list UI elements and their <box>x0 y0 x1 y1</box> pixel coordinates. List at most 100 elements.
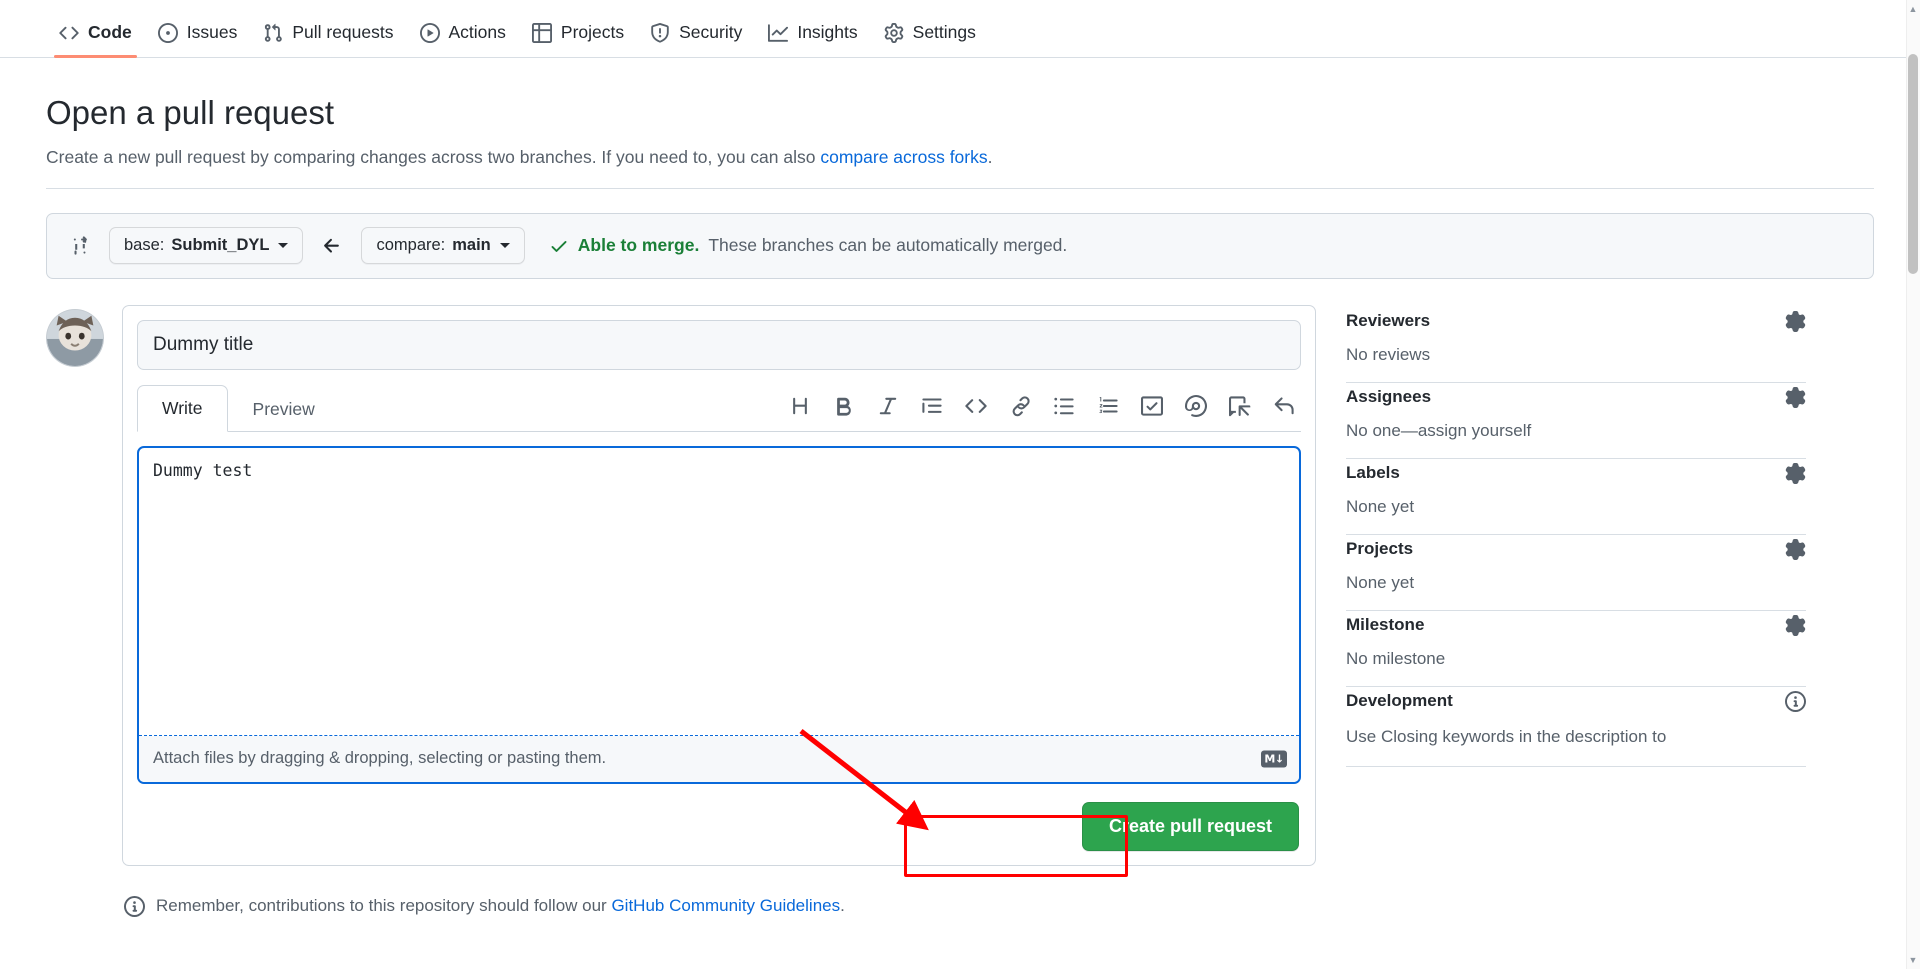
page-title: Open a pull request <box>46 94 335 131</box>
base-branch-name: Submit_DYL <box>171 236 270 255</box>
nav-item-code[interactable]: Code <box>46 22 145 58</box>
scroll-down-arrow[interactable]: ▼ <box>1908 955 1918 965</box>
tab-preview[interactable]: Preview <box>228 386 340 432</box>
git-compare-icon <box>69 235 91 257</box>
nav-item-projects[interactable]: Projects <box>519 23 637 57</box>
page-subtitle: Create a new pull request by comparing c… <box>46 147 1874 189</box>
nav-label-actions: Actions <box>448 22 506 43</box>
sidebar-development-value: Use Closing keywords in the description … <box>1346 726 1667 746</box>
page-content: Open a pull request Create a new pull re… <box>0 93 1920 917</box>
sidebar-labels-value: None yet <box>1346 496 1415 516</box>
compare-branch-name: main <box>452 236 491 255</box>
merge-status-bold: Able to merge. <box>577 235 700 256</box>
arrow-left-icon <box>321 235 343 257</box>
nav-label-security: Security <box>679 22 743 43</box>
note-text: Remember, contributions to this reposito… <box>156 896 845 916</box>
link-icon[interactable] <box>1003 389 1037 423</box>
mention-icon[interactable] <box>1179 389 1213 423</box>
saved-reply-icon[interactable] <box>1223 389 1257 423</box>
sidebar-section-assignees: Assignees No one—assign yourself <box>1346 383 1806 459</box>
base-branch-prefix: base: <box>124 236 165 255</box>
compare-branch-prefix: compare: <box>376 236 446 255</box>
code-icon <box>59 23 79 43</box>
merge-status-rest: These branches can be automatically merg… <box>708 235 1068 256</box>
info-icon <box>124 895 145 917</box>
sidebar-projects-title: Projects <box>1346 539 1414 559</box>
comment-body-input[interactable]: Dummy test <box>139 448 1299 736</box>
sidebar-reviewers-head: Reviewers <box>1346 310 1806 332</box>
nav-label-insights: Insights <box>797 22 858 43</box>
main-columns: Write Preview <box>46 304 1874 917</box>
nav-label-code: Code <box>88 22 132 43</box>
gear-icon[interactable] <box>1785 614 1806 636</box>
italic-icon[interactable] <box>871 389 905 423</box>
sidebar-development-title: Development <box>1346 691 1453 711</box>
sidebar-milestone-title: Milestone <box>1346 615 1425 635</box>
nav-label-projects: Projects <box>560 22 625 43</box>
sidebar-reviewers-title: Reviewers <box>1346 311 1431 331</box>
bold-icon[interactable] <box>827 389 861 423</box>
sidebar-section-development: Development Use Closing keywords in the … <box>1346 687 1806 768</box>
shield-icon <box>650 23 670 43</box>
tab-write[interactable]: Write <box>137 384 228 432</box>
pr-sidebar: Reviewers No reviews Assignees No one—as… <box>1346 305 1806 917</box>
pr-title-input[interactable] <box>137 319 1301 370</box>
gear-icon[interactable] <box>1785 310 1806 332</box>
sidebar-reviewers-value: No reviews <box>1346 344 1431 364</box>
gear-icon[interactable] <box>1785 538 1806 560</box>
sidebar-section-projects: Projects None yet <box>1346 535 1806 611</box>
task-list-icon[interactable] <box>1135 389 1169 423</box>
base-branch-selector[interactable]: base: Submit_DYL <box>109 227 304 265</box>
code-icon[interactable] <box>959 389 993 423</box>
sidebar-assignees-title: Assignees <box>1346 387 1432 407</box>
tab-write-label: Write <box>162 397 203 418</box>
pull-request-page: Code Issues Pull requests Actions Projec <box>0 0 1920 969</box>
community-guidelines-note: Remember, contributions to this reposito… <box>46 895 1316 917</box>
heading-icon[interactable] <box>783 389 817 423</box>
nav-label-pull-requests: Pull requests <box>292 22 394 43</box>
scroll-up-arrow[interactable]: ▲ <box>1908 4 1918 14</box>
nav-item-pull-requests[interactable]: Pull requests <box>250 23 406 57</box>
comment-editor: Dummy test Attach files by dragging & dr… <box>137 445 1301 784</box>
attach-files-bar[interactable]: Attach files by dragging & dropping, sel… <box>139 735 1299 782</box>
subtitle-prefix: Create a new pull request by comparing c… <box>46 146 821 167</box>
nav-label-settings: Settings <box>912 22 976 43</box>
subtitle-suffix: . <box>987 146 993 167</box>
gear-icon <box>884 23 904 43</box>
quote-icon[interactable] <box>915 389 949 423</box>
chevron-down-icon <box>278 243 289 249</box>
gear-icon[interactable] <box>1785 386 1806 408</box>
nav-item-issues[interactable]: Issues <box>145 23 251 57</box>
sidebar-labels-head: Labels <box>1346 462 1806 484</box>
table-icon <box>531 23 552 43</box>
sidebar-section-milestone: Milestone No milestone <box>1346 611 1806 687</box>
git-pull-request-icon <box>263 23 283 43</box>
compare-across-forks-link[interactable]: compare across forks <box>820 147 987 167</box>
pr-compose-box: Write Preview <box>122 304 1316 866</box>
editor-tabs: Write Preview <box>137 384 1301 432</box>
play-icon <box>419 23 440 43</box>
gear-icon[interactable] <box>1785 462 1806 484</box>
nav-item-insights[interactable]: Insights <box>755 23 870 57</box>
sidebar-milestone-value: No milestone <box>1346 648 1446 668</box>
info-icon[interactable] <box>1785 690 1806 712</box>
form-actions: Create pull request <box>137 801 1301 851</box>
compare-branch-selector[interactable]: compare: main <box>361 227 525 265</box>
nav-item-security[interactable]: Security <box>637 23 755 57</box>
unordered-list-icon[interactable] <box>1047 389 1081 423</box>
nav-item-settings[interactable]: Settings <box>871 23 989 57</box>
create-pull-request-button[interactable]: Create pull request <box>1081 801 1299 851</box>
sidebar-projects-value: None yet <box>1346 572 1415 592</box>
note-suffix: . <box>840 896 845 916</box>
merge-status: Able to merge. These branches can be aut… <box>549 235 1068 256</box>
sidebar-section-reviewers: Reviewers No reviews <box>1346 305 1806 383</box>
ordered-list-icon[interactable] <box>1091 389 1125 423</box>
reply-icon[interactable] <box>1267 389 1301 423</box>
page-scrollbar-track[interactable]: ▲ ▼ <box>1906 0 1920 969</box>
sidebar-labels-title: Labels <box>1346 463 1400 483</box>
sidebar-section-labels: Labels None yet <box>1346 459 1806 535</box>
github-community-guidelines-link[interactable]: GitHub Community Guidelines <box>611 896 840 915</box>
page-scrollbar-thumb[interactable] <box>1908 54 1918 274</box>
nav-label-issues: Issues <box>186 22 238 43</box>
nav-item-actions[interactable]: Actions <box>407 23 519 57</box>
